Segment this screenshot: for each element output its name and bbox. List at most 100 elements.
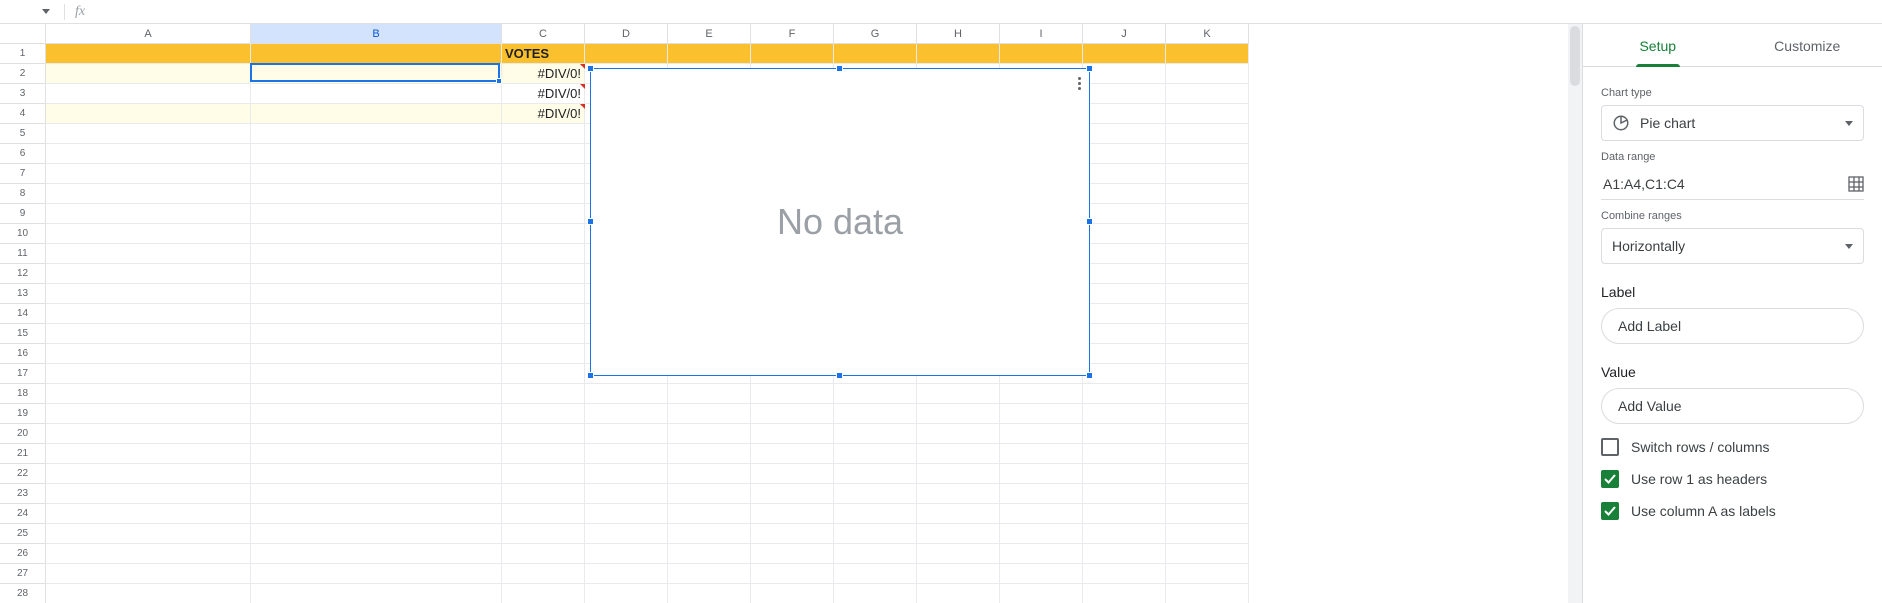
cell-K19[interactable]: [1166, 404, 1249, 424]
cell-C14[interactable]: [502, 304, 585, 324]
cell-H25[interactable]: [917, 524, 1000, 544]
row-header-27[interactable]: 27: [0, 564, 46, 584]
cell-E28[interactable]: [668, 584, 751, 603]
cell-A21[interactable]: [46, 444, 251, 464]
cell-J7[interactable]: [1083, 164, 1166, 184]
row-header-10[interactable]: 10: [0, 224, 46, 244]
cell-B13[interactable]: [251, 284, 502, 304]
cell-K15[interactable]: [1166, 324, 1249, 344]
cell-K21[interactable]: [1166, 444, 1249, 464]
row-header-8[interactable]: 8: [0, 184, 46, 204]
cell-J25[interactable]: [1083, 524, 1166, 544]
cell-A28[interactable]: [46, 584, 251, 603]
cell-B3[interactable]: [251, 84, 502, 104]
cell-K26[interactable]: [1166, 544, 1249, 564]
cell-A22[interactable]: [46, 464, 251, 484]
cell-J27[interactable]: [1083, 564, 1166, 584]
cell-H1[interactable]: [917, 44, 1000, 64]
error-flag-C2[interactable]: [580, 64, 585, 69]
cell-F22[interactable]: [751, 464, 834, 484]
cell-J3[interactable]: [1083, 84, 1166, 104]
cell-E18[interactable]: [668, 384, 751, 404]
row-header-21[interactable]: 21: [0, 444, 46, 464]
cell-A20[interactable]: [46, 424, 251, 444]
row-header-26[interactable]: 26: [0, 544, 46, 564]
cell-I1[interactable]: [1000, 44, 1083, 64]
cell-F18[interactable]: [751, 384, 834, 404]
cell-I22[interactable]: [1000, 464, 1083, 484]
add-label-button[interactable]: Add Label: [1601, 308, 1864, 344]
cell-H22[interactable]: [917, 464, 1000, 484]
cell-K23[interactable]: [1166, 484, 1249, 504]
cell-I19[interactable]: [1000, 404, 1083, 424]
resize-handle-nw[interactable]: [587, 65, 594, 72]
cell-J12[interactable]: [1083, 264, 1166, 284]
cell-B9[interactable]: [251, 204, 502, 224]
cell-F26[interactable]: [751, 544, 834, 564]
cell-J13[interactable]: [1083, 284, 1166, 304]
cell-F24[interactable]: [751, 504, 834, 524]
formula-input[interactable]: [93, 0, 1882, 23]
combine-ranges-select[interactable]: Horizontally: [1601, 228, 1864, 264]
cell-B26[interactable]: [251, 544, 502, 564]
cell-C26[interactable]: [502, 544, 585, 564]
select-all-corner[interactable]: [0, 24, 46, 44]
cell-C28[interactable]: [502, 584, 585, 603]
cell-D22[interactable]: [585, 464, 668, 484]
row-header-5[interactable]: 5: [0, 124, 46, 144]
cell-B6[interactable]: [251, 144, 502, 164]
row-header-11[interactable]: 11: [0, 244, 46, 264]
cell-G20[interactable]: [834, 424, 917, 444]
scrollbar-thumb[interactable]: [1570, 26, 1580, 86]
cell-B5[interactable]: [251, 124, 502, 144]
cell-K7[interactable]: [1166, 164, 1249, 184]
cell-F1[interactable]: [751, 44, 834, 64]
cell-K28[interactable]: [1166, 584, 1249, 603]
cell-G18[interactable]: [834, 384, 917, 404]
use-colA-checkbox[interactable]: [1601, 502, 1619, 520]
switch-rows-checkbox[interactable]: [1601, 438, 1619, 456]
cell-D27[interactable]: [585, 564, 668, 584]
cell-H20[interactable]: [917, 424, 1000, 444]
cell-J15[interactable]: [1083, 324, 1166, 344]
row-header-25[interactable]: 25: [0, 524, 46, 544]
cell-D26[interactable]: [585, 544, 668, 564]
column-header-I[interactable]: I: [1000, 24, 1083, 44]
cell-J14[interactable]: [1083, 304, 1166, 324]
cell-F28[interactable]: [751, 584, 834, 603]
cell-B24[interactable]: [251, 504, 502, 524]
cell-K9[interactable]: [1166, 204, 1249, 224]
cell-I23[interactable]: [1000, 484, 1083, 504]
row-header-7[interactable]: 7: [0, 164, 46, 184]
cell-J20[interactable]: [1083, 424, 1166, 444]
cell-J8[interactable]: [1083, 184, 1166, 204]
cell-F25[interactable]: [751, 524, 834, 544]
cell-G27[interactable]: [834, 564, 917, 584]
column-header-K[interactable]: K: [1166, 24, 1249, 44]
cell-K17[interactable]: [1166, 364, 1249, 384]
row-header-15[interactable]: 15: [0, 324, 46, 344]
cell-K13[interactable]: [1166, 284, 1249, 304]
cell-A7[interactable]: [46, 164, 251, 184]
cell-G21[interactable]: [834, 444, 917, 464]
cell-H26[interactable]: [917, 544, 1000, 564]
chart-type-select[interactable]: Pie chart: [1601, 105, 1864, 141]
cell-C15[interactable]: [502, 324, 585, 344]
cell-I18[interactable]: [1000, 384, 1083, 404]
resize-handle-sw[interactable]: [587, 372, 594, 379]
cell-B18[interactable]: [251, 384, 502, 404]
cell-B20[interactable]: [251, 424, 502, 444]
tab-setup[interactable]: Setup: [1583, 24, 1733, 66]
cell-G1[interactable]: [834, 44, 917, 64]
cell-K5[interactable]: [1166, 124, 1249, 144]
cell-K2[interactable]: [1166, 64, 1249, 84]
cell-C13[interactable]: [502, 284, 585, 304]
cell-D25[interactable]: [585, 524, 668, 544]
cell-A4[interactable]: [46, 104, 251, 124]
cell-K27[interactable]: [1166, 564, 1249, 584]
cell-B16[interactable]: [251, 344, 502, 364]
cell-C4[interactable]: #DIV/0!: [502, 104, 585, 124]
cell-I21[interactable]: [1000, 444, 1083, 464]
cell-B27[interactable]: [251, 564, 502, 584]
cell-J2[interactable]: [1083, 64, 1166, 84]
